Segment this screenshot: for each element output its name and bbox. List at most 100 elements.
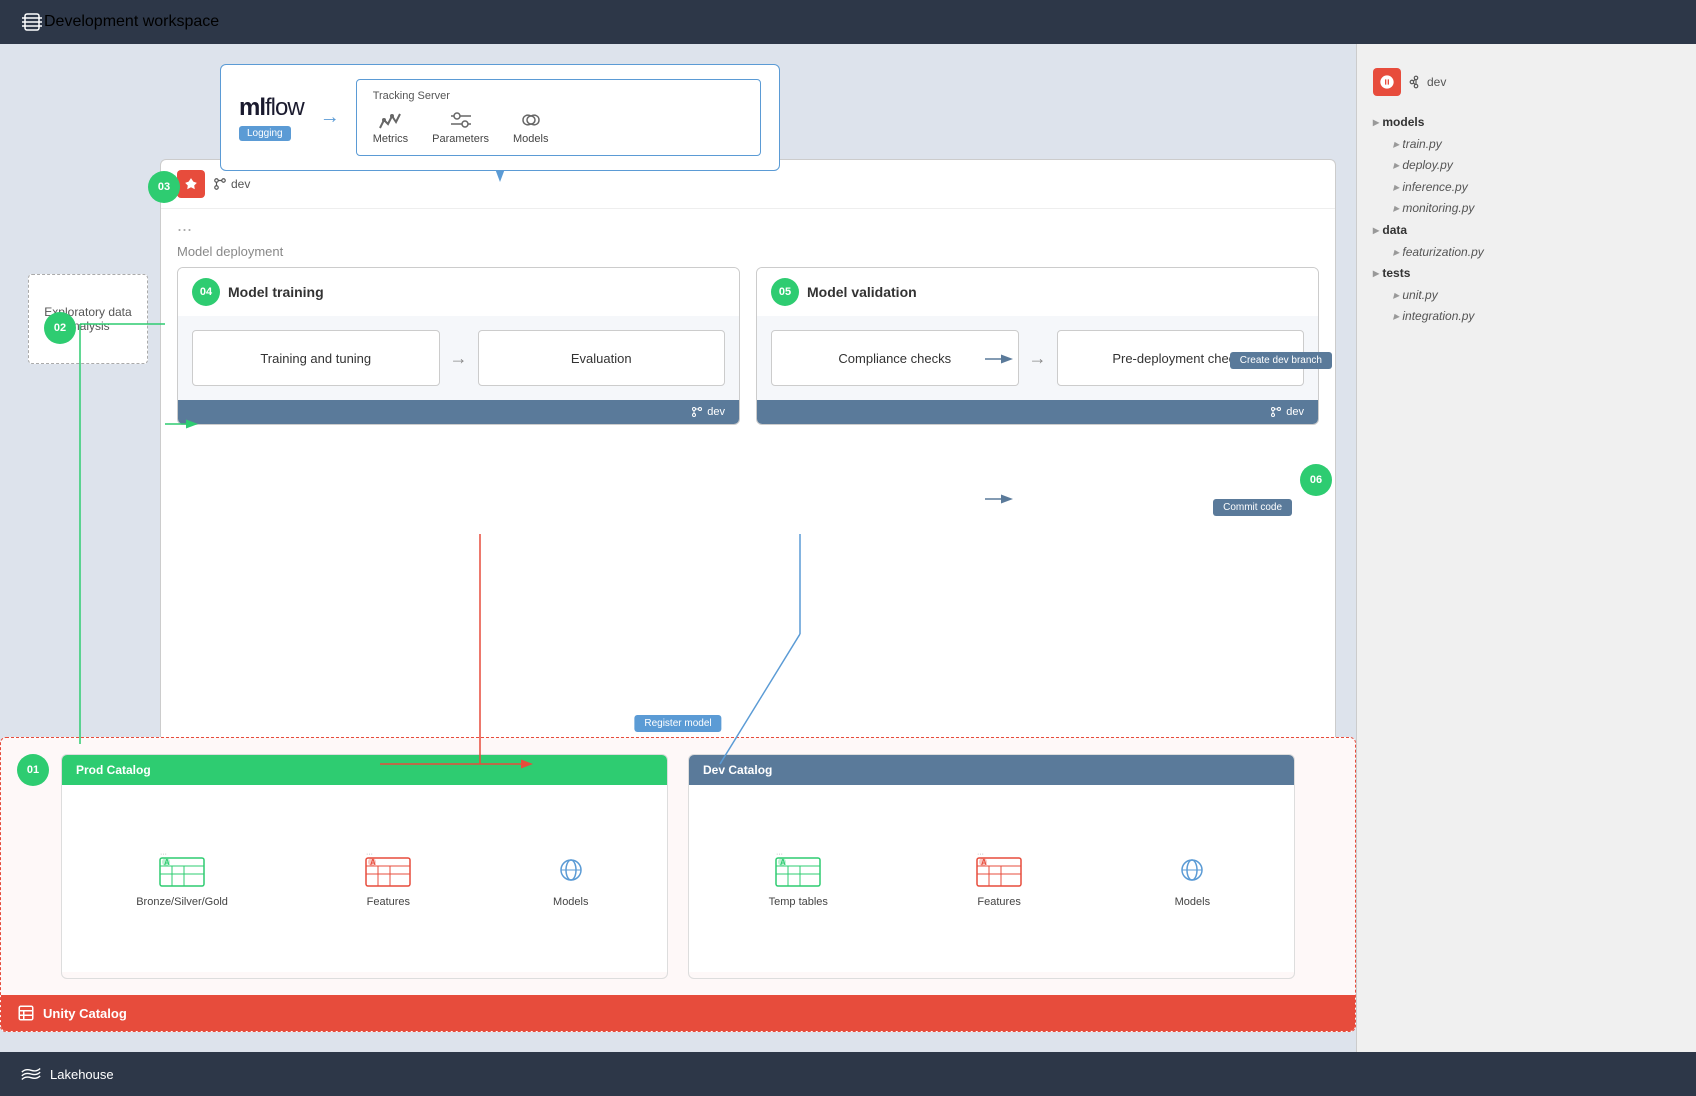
prod-models-item: Models bbox=[549, 850, 593, 908]
validation-arrow-icon: → bbox=[1029, 348, 1047, 369]
model-training-header: 04 Model training bbox=[178, 268, 739, 316]
git-badge bbox=[1373, 68, 1401, 96]
models-prod-label: Models bbox=[553, 896, 588, 908]
training-arrow-icon: → bbox=[450, 348, 468, 369]
models-label: Models bbox=[513, 133, 548, 145]
git-folder-data: data bbox=[1373, 220, 1680, 242]
bronze-label: Bronze/Silver/Gold bbox=[136, 896, 228, 908]
git-icon-footer-training bbox=[691, 406, 703, 418]
git-folder-models: models bbox=[1373, 112, 1680, 134]
models-prod-icon bbox=[549, 850, 593, 890]
git-file-monitoring: monitoring.py bbox=[1373, 198, 1680, 220]
git-content: dev models train.py deploy.py inference.… bbox=[1357, 44, 1696, 344]
metrics-label: Metrics bbox=[373, 133, 408, 145]
step-03-circle: 03 bbox=[148, 171, 180, 203]
model-validation-title: Model validation bbox=[807, 284, 917, 300]
git-file-deploy: deploy.py bbox=[1373, 155, 1680, 177]
model-training-box: 04 Model training Training and tuning → … bbox=[177, 267, 740, 425]
dev-models-item: Models bbox=[1170, 850, 1214, 908]
workspace-icon bbox=[20, 10, 44, 34]
step-01-circle: 01 bbox=[17, 754, 49, 786]
svg-text:···: ··· bbox=[977, 851, 984, 858]
model-validation-box: 05 Model validation Compliance checks → … bbox=[756, 267, 1319, 425]
git-file-featurization: featurization.py bbox=[1373, 242, 1680, 264]
features-dev-label: Features bbox=[977, 896, 1020, 908]
svg-text:A: A bbox=[981, 858, 987, 867]
features-dev-icon: A ··· bbox=[975, 850, 1023, 890]
compliance-checks-box: Compliance checks bbox=[771, 330, 1019, 386]
models-dev-icon bbox=[1170, 850, 1214, 890]
mlflow-ml: ml bbox=[239, 94, 265, 121]
tracking-items: Metrics Parameters bbox=[373, 110, 744, 145]
model-training-title: Model training bbox=[228, 284, 324, 300]
main-area: mlflow Logging → Tracking Server Metrics bbox=[0, 44, 1356, 1052]
tracking-models: Models bbox=[513, 110, 548, 145]
training-tuning-box: Training and tuning bbox=[192, 330, 440, 386]
git-branch-icon bbox=[213, 177, 227, 191]
unity-catalog-outer: 01 Prod Catalog bbox=[0, 737, 1356, 1032]
dev-temp-item: A ··· Temp tables bbox=[769, 850, 828, 908]
prod-catalog-header: Prod Catalog bbox=[62, 755, 667, 785]
parameters-icon bbox=[449, 110, 473, 130]
tracking-server-box: Tracking Server Metrics bbox=[356, 79, 761, 156]
dev-ws-label: dev bbox=[213, 177, 250, 191]
model-training-content: Training and tuning → Evaluation bbox=[178, 316, 739, 400]
prod-features-item: A ··· Features bbox=[364, 850, 412, 908]
git-file-integration: integration.py bbox=[1373, 306, 1680, 328]
svg-text:A: A bbox=[780, 858, 786, 867]
svg-text:A: A bbox=[164, 858, 170, 867]
step-05-circle: 05 bbox=[771, 278, 799, 306]
mlflow-logging: Logging bbox=[239, 126, 291, 141]
ws-dots: ... bbox=[161, 209, 1335, 242]
metrics-icon bbox=[378, 110, 402, 130]
model-validation-footer: dev bbox=[757, 400, 1318, 424]
model-boxes-container: 04 Model training Training and tuning → … bbox=[161, 267, 1335, 425]
git-dev-label: dev bbox=[1409, 75, 1446, 89]
top-bar-title: Development workspace bbox=[44, 13, 219, 31]
git-provider-panel: Git provider dev models train.py deploy.… bbox=[1356, 0, 1696, 1096]
prod-bronze-item: A ··· Bronze/Silver/Gold bbox=[136, 850, 228, 908]
tracking-server-title: Tracking Server bbox=[373, 90, 744, 102]
git-file-unit: unit.py bbox=[1373, 285, 1680, 307]
git-icon-footer-validation bbox=[1270, 406, 1282, 418]
prod-catalog-content: A ··· Bronze/Silver/Gold bbox=[62, 785, 667, 972]
top-bar: Development workspace bbox=[0, 0, 1696, 44]
bottom-bar: Lakehouse bbox=[0, 1052, 1696, 1096]
step-02-circle: 02 bbox=[44, 312, 76, 344]
evaluation-box: Evaluation bbox=[478, 330, 726, 386]
svg-text:A: A bbox=[370, 858, 376, 867]
mlflow-box: mlflow Logging → Tracking Server Metrics bbox=[220, 64, 780, 171]
unity-catalog-bar: Unity Catalog bbox=[1, 995, 1355, 1031]
commit-code-label: Commit code bbox=[1213, 499, 1292, 516]
model-deployment-label: Model deployment bbox=[161, 242, 1335, 267]
svg-text:···: ··· bbox=[776, 851, 783, 858]
dev-workspace-box: dev ... Model deployment 04 Model traini… bbox=[160, 159, 1336, 742]
model-training-footer: dev bbox=[178, 400, 739, 424]
svg-text:···: ··· bbox=[366, 851, 373, 858]
git-file-inference: inference.py bbox=[1373, 177, 1680, 199]
step-06-circle: 06 bbox=[1300, 464, 1332, 496]
features-prod-label: Features bbox=[367, 896, 410, 908]
models-dev-label: Models bbox=[1175, 896, 1210, 908]
unity-icon bbox=[17, 1004, 35, 1022]
dev-catalog: Dev Catalog A ··· bbox=[688, 754, 1295, 979]
tracking-parameters: Parameters bbox=[432, 110, 489, 145]
git-file-train: train.py bbox=[1373, 134, 1680, 156]
register-model-label: Register model bbox=[634, 715, 721, 732]
parameters-label: Parameters bbox=[432, 133, 489, 145]
git-tree: models train.py deploy.py inference.py m… bbox=[1373, 112, 1680, 328]
models-icon bbox=[519, 110, 543, 130]
mlflow-left: mlflow Logging bbox=[239, 94, 304, 141]
dev-git-badge bbox=[177, 170, 205, 198]
svg-text:···: ··· bbox=[160, 851, 167, 858]
temp-tables-label: Temp tables bbox=[769, 896, 828, 908]
dev-catalog-header: Dev Catalog bbox=[689, 755, 1294, 785]
dev-features-item: A ··· Features bbox=[975, 850, 1023, 908]
bottom-bar-title: Lakehouse bbox=[50, 1067, 114, 1082]
mlflow-logo: mlflow bbox=[239, 94, 304, 122]
git-folder-tests: tests bbox=[1373, 263, 1680, 285]
prod-catalog: Prod Catalog A ··· bbox=[61, 754, 668, 979]
catalog-area: Prod Catalog A ··· bbox=[1, 738, 1355, 995]
features-prod-icon: A ··· bbox=[364, 850, 412, 890]
tracking-metrics: Metrics bbox=[373, 110, 408, 145]
